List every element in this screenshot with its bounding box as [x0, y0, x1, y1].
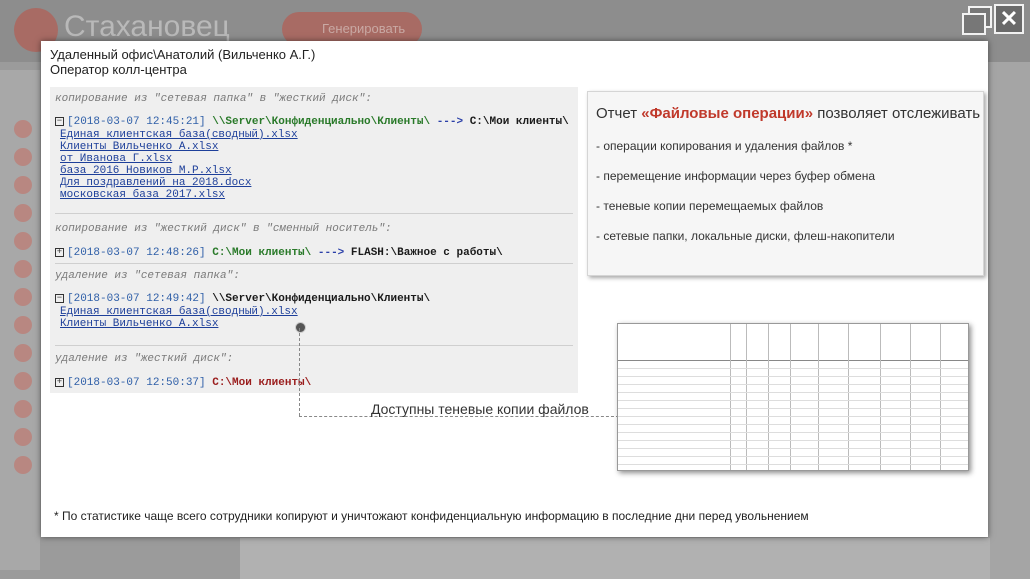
- collapse-icon[interactable]: −: [55, 293, 64, 303]
- grid-line: [618, 424, 968, 425]
- spreadsheet-header: [618, 324, 968, 361]
- window-controls: ✕: [960, 4, 1024, 35]
- collapse-icon[interactable]: −: [55, 116, 64, 126]
- user-role: Оператор колл-центра: [50, 62, 187, 77]
- sidebar-icon: [14, 148, 32, 166]
- sidebar-icon: [14, 176, 32, 194]
- file-operations-log: копирование из "сетевая папка" в "жестки…: [50, 87, 578, 393]
- dialog-header: Удаленный офис\Анатолий (Вильченко А.Г.)…: [50, 47, 315, 77]
- log-entry: − [2018-03-07 12:45:21] \\Server\Конфиден…: [55, 115, 569, 128]
- grid-line: [618, 456, 968, 457]
- grid-line: [618, 408, 968, 409]
- info-item: - сетевые папки, локальные диски, флеш-н…: [596, 229, 895, 243]
- spreadsheet-preview[interactable]: [617, 323, 969, 471]
- sidebar-icon: [14, 204, 32, 222]
- grid-line: [618, 392, 968, 393]
- file-link[interactable]: Клиенты Вильченко А.xlsx: [60, 141, 218, 153]
- file-link[interactable]: от Иванова Г.xlsx: [60, 153, 172, 165]
- grid-line: [618, 448, 968, 449]
- file-link[interactable]: Клиенты Вильченко А.xlsx: [60, 318, 218, 330]
- grid-line: [618, 416, 968, 417]
- sidebar-icon: [14, 344, 32, 362]
- file-link[interactable]: Для поздравлений на 2018.docx: [60, 177, 251, 189]
- divider: [55, 345, 573, 346]
- file-link[interactable]: московская база 2017.xlsx: [60, 189, 225, 201]
- sidebar-icon: [14, 120, 32, 138]
- app-sidebar: [0, 70, 40, 570]
- log-entry: − [2018-03-07 12:49:42] \\Server\Конфиден…: [55, 292, 431, 305]
- close-icon[interactable]: ✕: [994, 4, 1024, 34]
- sidebar-icon: [14, 372, 32, 390]
- expand-icon[interactable]: +: [55, 247, 64, 257]
- user-path: Удаленный офис\Анатолий (Вильченко А.Г.): [50, 47, 316, 62]
- sidebar-icon: [14, 232, 32, 250]
- grid-line: [618, 432, 968, 433]
- pointer-dot-icon: [295, 322, 306, 333]
- section-title: удаление из "жесткий диск":: [55, 353, 234, 365]
- sidebar-icon: [14, 316, 32, 334]
- report-info-panel: Отчет «Файловые операции» позволяет отсл…: [587, 91, 984, 276]
- info-item: - операции копирования и удаления файлов…: [596, 139, 853, 153]
- grid-line: [618, 464, 968, 465]
- sidebar-icon: [14, 260, 32, 278]
- log-entry: + [2018-03-07 12:50:37] C:\Мои клиенты\: [55, 376, 312, 389]
- log-entry: + [2018-03-07 12:48:26] C:\Мои клиенты\ -…: [55, 246, 503, 259]
- restore-icon[interactable]: [960, 4, 992, 35]
- sidebar-icon: [14, 456, 32, 474]
- divider: [55, 263, 573, 264]
- report-dialog: Удаленный офис\Анатолий (Вильченко А.Г.)…: [41, 41, 988, 537]
- divider: [55, 213, 573, 214]
- app-right-panel: [988, 62, 1030, 579]
- grid-line: [618, 440, 968, 441]
- app-title: Стахановец: [64, 10, 230, 43]
- file-link[interactable]: Единая клиентская база(сводный).xlsx: [60, 306, 298, 318]
- grid-line: [618, 376, 968, 377]
- info-item: - теневые копии перемещаемых файлов: [596, 199, 824, 213]
- sidebar-icon: [14, 428, 32, 446]
- shadow-copy-callout: Доступны теневые копии файлов: [371, 401, 589, 417]
- info-title: Отчет «Файловые операции» позволяет отсл…: [596, 105, 981, 122]
- file-link[interactable]: Единая клиентская база(сводный).xlsx: [60, 129, 298, 141]
- expand-icon[interactable]: +: [55, 377, 64, 387]
- grid-line: [618, 400, 968, 401]
- section-title: копирование из "сетевая папка" в "жестки…: [55, 93, 372, 105]
- footnote: * По статистике чаще всего сотрудники ко…: [54, 509, 809, 523]
- sidebar-icon: [14, 400, 32, 418]
- section-title: удаление из "сетевая папка":: [55, 270, 240, 282]
- callout-line: [299, 328, 300, 416]
- file-link[interactable]: база 2016 Новиков М.Р.xlsx: [60, 165, 232, 177]
- sidebar-icon: [14, 288, 32, 306]
- grid-line: [618, 384, 968, 385]
- info-item: - перемещение информации через буфер обм…: [596, 169, 875, 183]
- app-bottom-panel: [240, 538, 990, 579]
- grid-line: [618, 368, 968, 369]
- section-title: копирование из "жесткий диск" в "сменный…: [55, 223, 392, 235]
